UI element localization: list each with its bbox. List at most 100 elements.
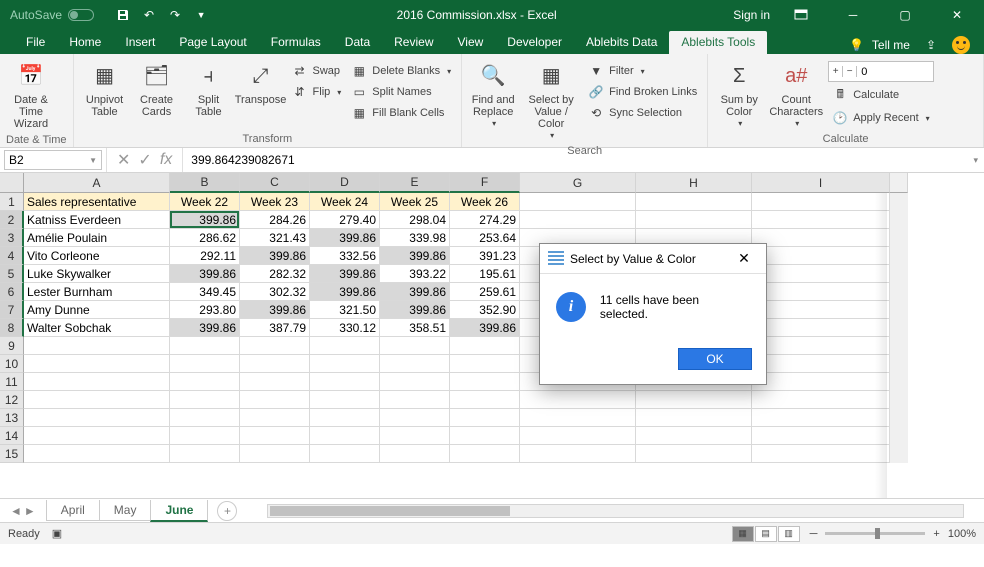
cell[interactable]: 399.86: [310, 265, 380, 283]
cell[interactable]: [752, 427, 890, 445]
cell[interactable]: [752, 211, 890, 229]
tab-developer[interactable]: Developer: [495, 31, 574, 54]
row-header[interactable]: 4: [0, 247, 24, 265]
find-replace-button[interactable]: 🔍Find and Replace▾: [468, 57, 518, 132]
cell[interactable]: 399.86: [380, 247, 450, 265]
stepper-minus-icon[interactable]: −: [843, 66, 857, 77]
cell[interactable]: [240, 355, 310, 373]
cell[interactable]: [240, 373, 310, 391]
cell[interactable]: [380, 409, 450, 427]
cell[interactable]: 399.86: [170, 319, 240, 337]
tab-ablebits-tools[interactable]: Ablebits Tools: [669, 31, 767, 54]
cell[interactable]: [310, 373, 380, 391]
unpivot-table-button[interactable]: ▦Unpivot Table: [80, 57, 130, 121]
cell[interactable]: [170, 337, 240, 355]
cell[interactable]: 286.62: [170, 229, 240, 247]
cell[interactable]: [310, 409, 380, 427]
tab-view[interactable]: View: [446, 31, 496, 54]
cell[interactable]: [310, 337, 380, 355]
cell[interactable]: [636, 211, 752, 229]
cell[interactable]: 339.98: [380, 229, 450, 247]
cell[interactable]: [636, 445, 752, 463]
row-header[interactable]: 13: [0, 409, 24, 427]
ribbon-options-icon[interactable]: [780, 1, 822, 29]
cell[interactable]: [636, 193, 752, 211]
cell[interactable]: [636, 409, 752, 427]
cell[interactable]: [170, 409, 240, 427]
cell[interactable]: 321.43: [240, 229, 310, 247]
cell[interactable]: [240, 427, 310, 445]
apply-recent-button[interactable]: 🕑Apply Recent▾: [828, 108, 933, 128]
cell[interactable]: [752, 355, 890, 373]
cell[interactable]: [450, 445, 520, 463]
row-header[interactable]: 1: [0, 193, 24, 211]
redo-icon[interactable]: ↷: [164, 4, 186, 26]
cell[interactable]: [380, 427, 450, 445]
expand-formula-bar-icon[interactable]: ▾: [967, 155, 984, 166]
sheet-tab-june[interactable]: June: [150, 500, 208, 522]
cell[interactable]: [520, 445, 636, 463]
cell[interactable]: [240, 445, 310, 463]
cell[interactable]: [380, 445, 450, 463]
cell[interactable]: [24, 391, 170, 409]
cell[interactable]: 284.26: [240, 211, 310, 229]
cell[interactable]: [636, 391, 752, 409]
cell[interactable]: Week 25: [380, 193, 450, 211]
row-header[interactable]: 7: [0, 301, 24, 319]
cell[interactable]: [310, 427, 380, 445]
undo-icon[interactable]: ↶: [138, 4, 160, 26]
sum-by-color-button[interactable]: ΣSum by Color▾: [714, 57, 764, 132]
cell[interactable]: [170, 427, 240, 445]
column-header[interactable]: D: [310, 173, 380, 193]
cell[interactable]: [752, 247, 890, 265]
add-sheet-icon[interactable]: +: [217, 501, 237, 521]
cell[interactable]: 302.32: [240, 283, 310, 301]
split-table-button[interactable]: ⫞Split Table: [184, 57, 234, 121]
tab-home[interactable]: Home: [57, 31, 113, 54]
name-box[interactable]: B2 ▼: [4, 150, 102, 170]
cell[interactable]: Luke Skywalker: [24, 265, 170, 283]
sheet-next-icon[interactable]: ►: [24, 504, 36, 518]
cell[interactable]: 399.86: [310, 283, 380, 301]
calculate-button[interactable]: 🖩Calculate: [828, 85, 933, 105]
cell[interactable]: [380, 355, 450, 373]
cell[interactable]: [24, 409, 170, 427]
cell[interactable]: [24, 373, 170, 391]
cell[interactable]: [752, 193, 890, 211]
cell[interactable]: Walter Sobchak: [24, 319, 170, 337]
row-header[interactable]: 3: [0, 229, 24, 247]
cell[interactable]: Week 26: [450, 193, 520, 211]
row-header[interactable]: 10: [0, 355, 24, 373]
cell[interactable]: 399.86: [170, 265, 240, 283]
swap-button[interactable]: ⇄Swap: [288, 61, 346, 81]
cell[interactable]: [240, 409, 310, 427]
row-header[interactable]: 8: [0, 319, 24, 337]
cell[interactable]: [170, 391, 240, 409]
cancel-formula-icon[interactable]: ✕: [117, 150, 130, 170]
stepper-plus-icon[interactable]: +: [829, 66, 843, 77]
fx-icon[interactable]: fx: [160, 151, 172, 169]
cell[interactable]: 259.61: [450, 283, 520, 301]
cell[interactable]: [450, 355, 520, 373]
cell[interactable]: 293.80: [170, 301, 240, 319]
date-time-wizard-button[interactable]: 📅 Date & Time Wizard: [6, 57, 56, 133]
row-header[interactable]: 12: [0, 391, 24, 409]
sign-in-link[interactable]: Sign in: [733, 8, 770, 22]
cell[interactable]: Katniss Everdeen: [24, 211, 170, 229]
tab-data[interactable]: Data: [333, 31, 382, 54]
column-header[interactable]: C: [240, 173, 310, 193]
tab-insert[interactable]: Insert: [113, 31, 167, 54]
close-icon[interactable]: ✕: [936, 1, 978, 29]
cell[interactable]: 330.12: [310, 319, 380, 337]
select-all-corner[interactable]: [0, 173, 24, 193]
filter-button[interactable]: ▼Filter▾: [584, 61, 701, 81]
column-header[interactable]: E: [380, 173, 450, 193]
save-icon[interactable]: [112, 4, 134, 26]
cell[interactable]: [170, 373, 240, 391]
cell[interactable]: [752, 409, 890, 427]
find-broken-links-button[interactable]: 🔗Find Broken Links: [584, 82, 701, 102]
cell[interactable]: 298.04: [380, 211, 450, 229]
cell[interactable]: 274.29: [450, 211, 520, 229]
column-header[interactable]: G: [520, 173, 636, 193]
view-page-break-icon[interactable]: ▥: [778, 526, 800, 542]
